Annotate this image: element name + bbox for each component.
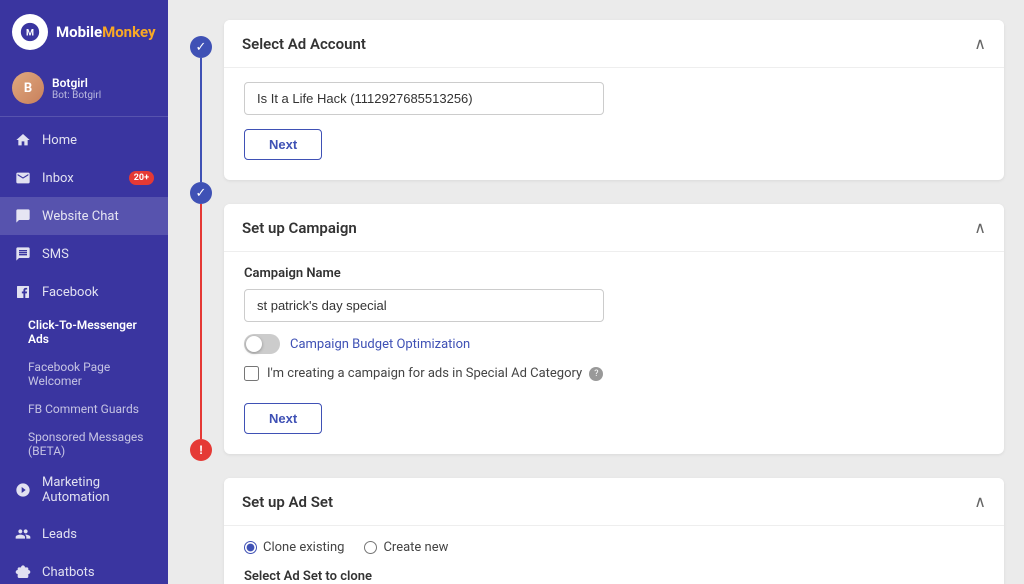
inbox-icon <box>14 169 32 187</box>
step1-line <box>200 58 202 182</box>
sidebar-item-inbox[interactable]: Inbox 20+ <box>0 159 168 197</box>
step3-body: Clone existing Create new Select Ad Set … <box>224 525 1004 584</box>
user-profile[interactable]: B Botgirl Bot: Botgirl <box>0 64 168 117</box>
app-layout: M MobileMonkey B Botgirl Bot: Botgirl Ho… <box>0 0 1024 584</box>
clone-existing-label: Clone existing <box>263 540 344 555</box>
step3-collapse-icon: ∧ <box>974 492 986 511</box>
budget-optimization-row: Campaign Budget Optimization <box>244 334 984 354</box>
create-new-option[interactable]: Create new <box>364 540 448 555</box>
inbox-label: Inbox <box>42 171 74 186</box>
chatbots-label: Chatbots <box>42 565 95 580</box>
step3-header-left: Set up Ad Set <box>242 493 333 511</box>
step1-container: Select Ad Account ∧ Next <box>224 20 1004 180</box>
fb-comment-guards-label: FB Comment Guards <box>28 402 139 416</box>
budget-optimization-label: Campaign Budget Optimization <box>290 337 470 352</box>
toggle-knob <box>246 336 262 352</box>
select-ad-set-label: Select Ad Set to clone <box>244 569 984 584</box>
campaign-name-input[interactable] <box>244 289 604 322</box>
automation-icon <box>14 481 32 499</box>
sidebar-header: M MobileMonkey <box>0 0 168 64</box>
step1-collapse-icon: ∧ <box>974 34 986 53</box>
leads-label: Leads <box>42 527 77 542</box>
avatar: B <box>12 72 44 104</box>
step2-next-button[interactable]: Next <box>244 403 322 434</box>
clone-existing-option[interactable]: Clone existing <box>244 540 344 555</box>
step2-container: Set up Campaign ∧ Campaign Name Campaign <box>224 204 1004 454</box>
step1-header-left: Select Ad Account <box>242 35 366 53</box>
budget-optimization-toggle[interactable] <box>244 334 280 354</box>
brand-name: MobileMonkey <box>56 23 156 41</box>
special-ad-category-label: I'm creating a campaign for ads in Speci… <box>267 366 603 381</box>
sidebar-sub-facebook-page-welcomer[interactable]: Facebook Page Welcomer <box>0 353 168 395</box>
svg-text:M: M <box>26 29 34 39</box>
step1-body: Next <box>224 67 1004 180</box>
sidebar-sub-fb-comment-guards[interactable]: FB Comment Guards <box>0 395 168 423</box>
sidebar: M MobileMonkey B Botgirl Bot: Botgirl Ho… <box>0 0 168 584</box>
timeline-column: ✓ ✓ ! <box>188 20 214 584</box>
step3-container: Set up Ad Set ∧ Clone existing <box>224 478 1004 584</box>
step1-check: ✓ <box>190 36 212 58</box>
special-ad-category-checkbox[interactable] <box>244 366 259 381</box>
info-icon: ? <box>589 367 603 381</box>
step3-error-dot: ! <box>190 439 212 461</box>
avatar-image: B <box>12 72 44 104</box>
step1-header[interactable]: Select Ad Account ∧ <box>224 20 1004 67</box>
step1-title: Select Ad Account <box>242 35 366 53</box>
user-info: Botgirl Bot: Botgirl <box>52 76 101 101</box>
sidebar-sub-click-to-messenger[interactable]: Click-To-Messenger Ads <box>0 311 168 353</box>
step2-header[interactable]: Set up Campaign ∧ <box>224 204 1004 251</box>
leads-icon <box>14 525 32 543</box>
steps-column: Select Ad Account ∧ Next <box>214 20 1004 584</box>
home-label: Home <box>42 133 77 148</box>
campaign-name-label: Campaign Name <box>244 266 984 281</box>
ad-account-input[interactable] <box>244 82 604 115</box>
facebook-label: Facebook <box>42 285 98 300</box>
sidebar-item-sms[interactable]: SMS <box>0 235 168 273</box>
main-content: ✓ ✓ ! Select Ad Account ∧ <box>168 0 1024 584</box>
sms-icon <box>14 245 32 263</box>
sponsored-messages-label: Sponsored Messages (BETA) <box>28 430 154 458</box>
home-icon <box>14 131 32 149</box>
click-to-messenger-label: Click-To-Messenger Ads <box>28 318 154 346</box>
step2-collapse-icon: ∧ <box>974 218 986 237</box>
brand-highlight: Monkey <box>102 23 155 41</box>
sms-label: SMS <box>42 247 69 262</box>
sidebar-item-chatbots[interactable]: Chatbots <box>0 553 168 584</box>
user-name: Botgirl <box>52 76 101 90</box>
logo-icon: M <box>12 14 48 50</box>
marketing-automation-label: Marketing Automation <box>42 475 154 505</box>
step3-header[interactable]: Set up Ad Set ∧ <box>224 478 1004 525</box>
step3-title: Set up Ad Set <box>242 493 333 511</box>
user-bot: Bot: Botgirl <box>52 90 101 101</box>
website-chat-label: Website Chat <box>42 209 119 224</box>
inbox-badge: 20+ <box>129 171 154 185</box>
chatbots-icon <box>14 563 32 581</box>
sidebar-nav: Home Inbox 20+ Website Chat SMS <box>0 117 168 584</box>
sidebar-sub-sponsored-messages[interactable]: Sponsored Messages (BETA) <box>0 423 168 465</box>
sidebar-item-website-chat[interactable]: Website Chat <box>0 197 168 235</box>
facebook-icon <box>14 283 32 301</box>
step2-title: Set up Campaign <box>242 219 357 237</box>
create-new-radio[interactable] <box>364 541 377 554</box>
sidebar-item-leads[interactable]: Leads <box>0 515 168 553</box>
step2-body: Campaign Name Campaign Budget Optimizati… <box>224 251 1004 454</box>
sidebar-item-marketing-automation[interactable]: Marketing Automation <box>0 465 168 515</box>
step2-check: ✓ <box>190 182 212 204</box>
steps-timeline-wrapper: ✓ ✓ ! Select Ad Account ∧ <box>188 20 1004 584</box>
clone-existing-radio[interactable] <box>244 541 257 554</box>
facebook-page-welcomer-label: Facebook Page Welcomer <box>28 360 154 388</box>
create-new-label: Create new <box>383 540 448 555</box>
step2-line <box>200 204 202 439</box>
step2-header-left: Set up Campaign <box>242 219 357 237</box>
step1-next-button[interactable]: Next <box>244 129 322 160</box>
sidebar-item-home[interactable]: Home <box>0 121 168 159</box>
sidebar-item-facebook[interactable]: Facebook <box>0 273 168 311</box>
clone-create-row: Clone existing Create new <box>244 540 984 555</box>
chat-icon <box>14 207 32 225</box>
special-ad-category-row: I'm creating a campaign for ads in Speci… <box>244 366 984 381</box>
